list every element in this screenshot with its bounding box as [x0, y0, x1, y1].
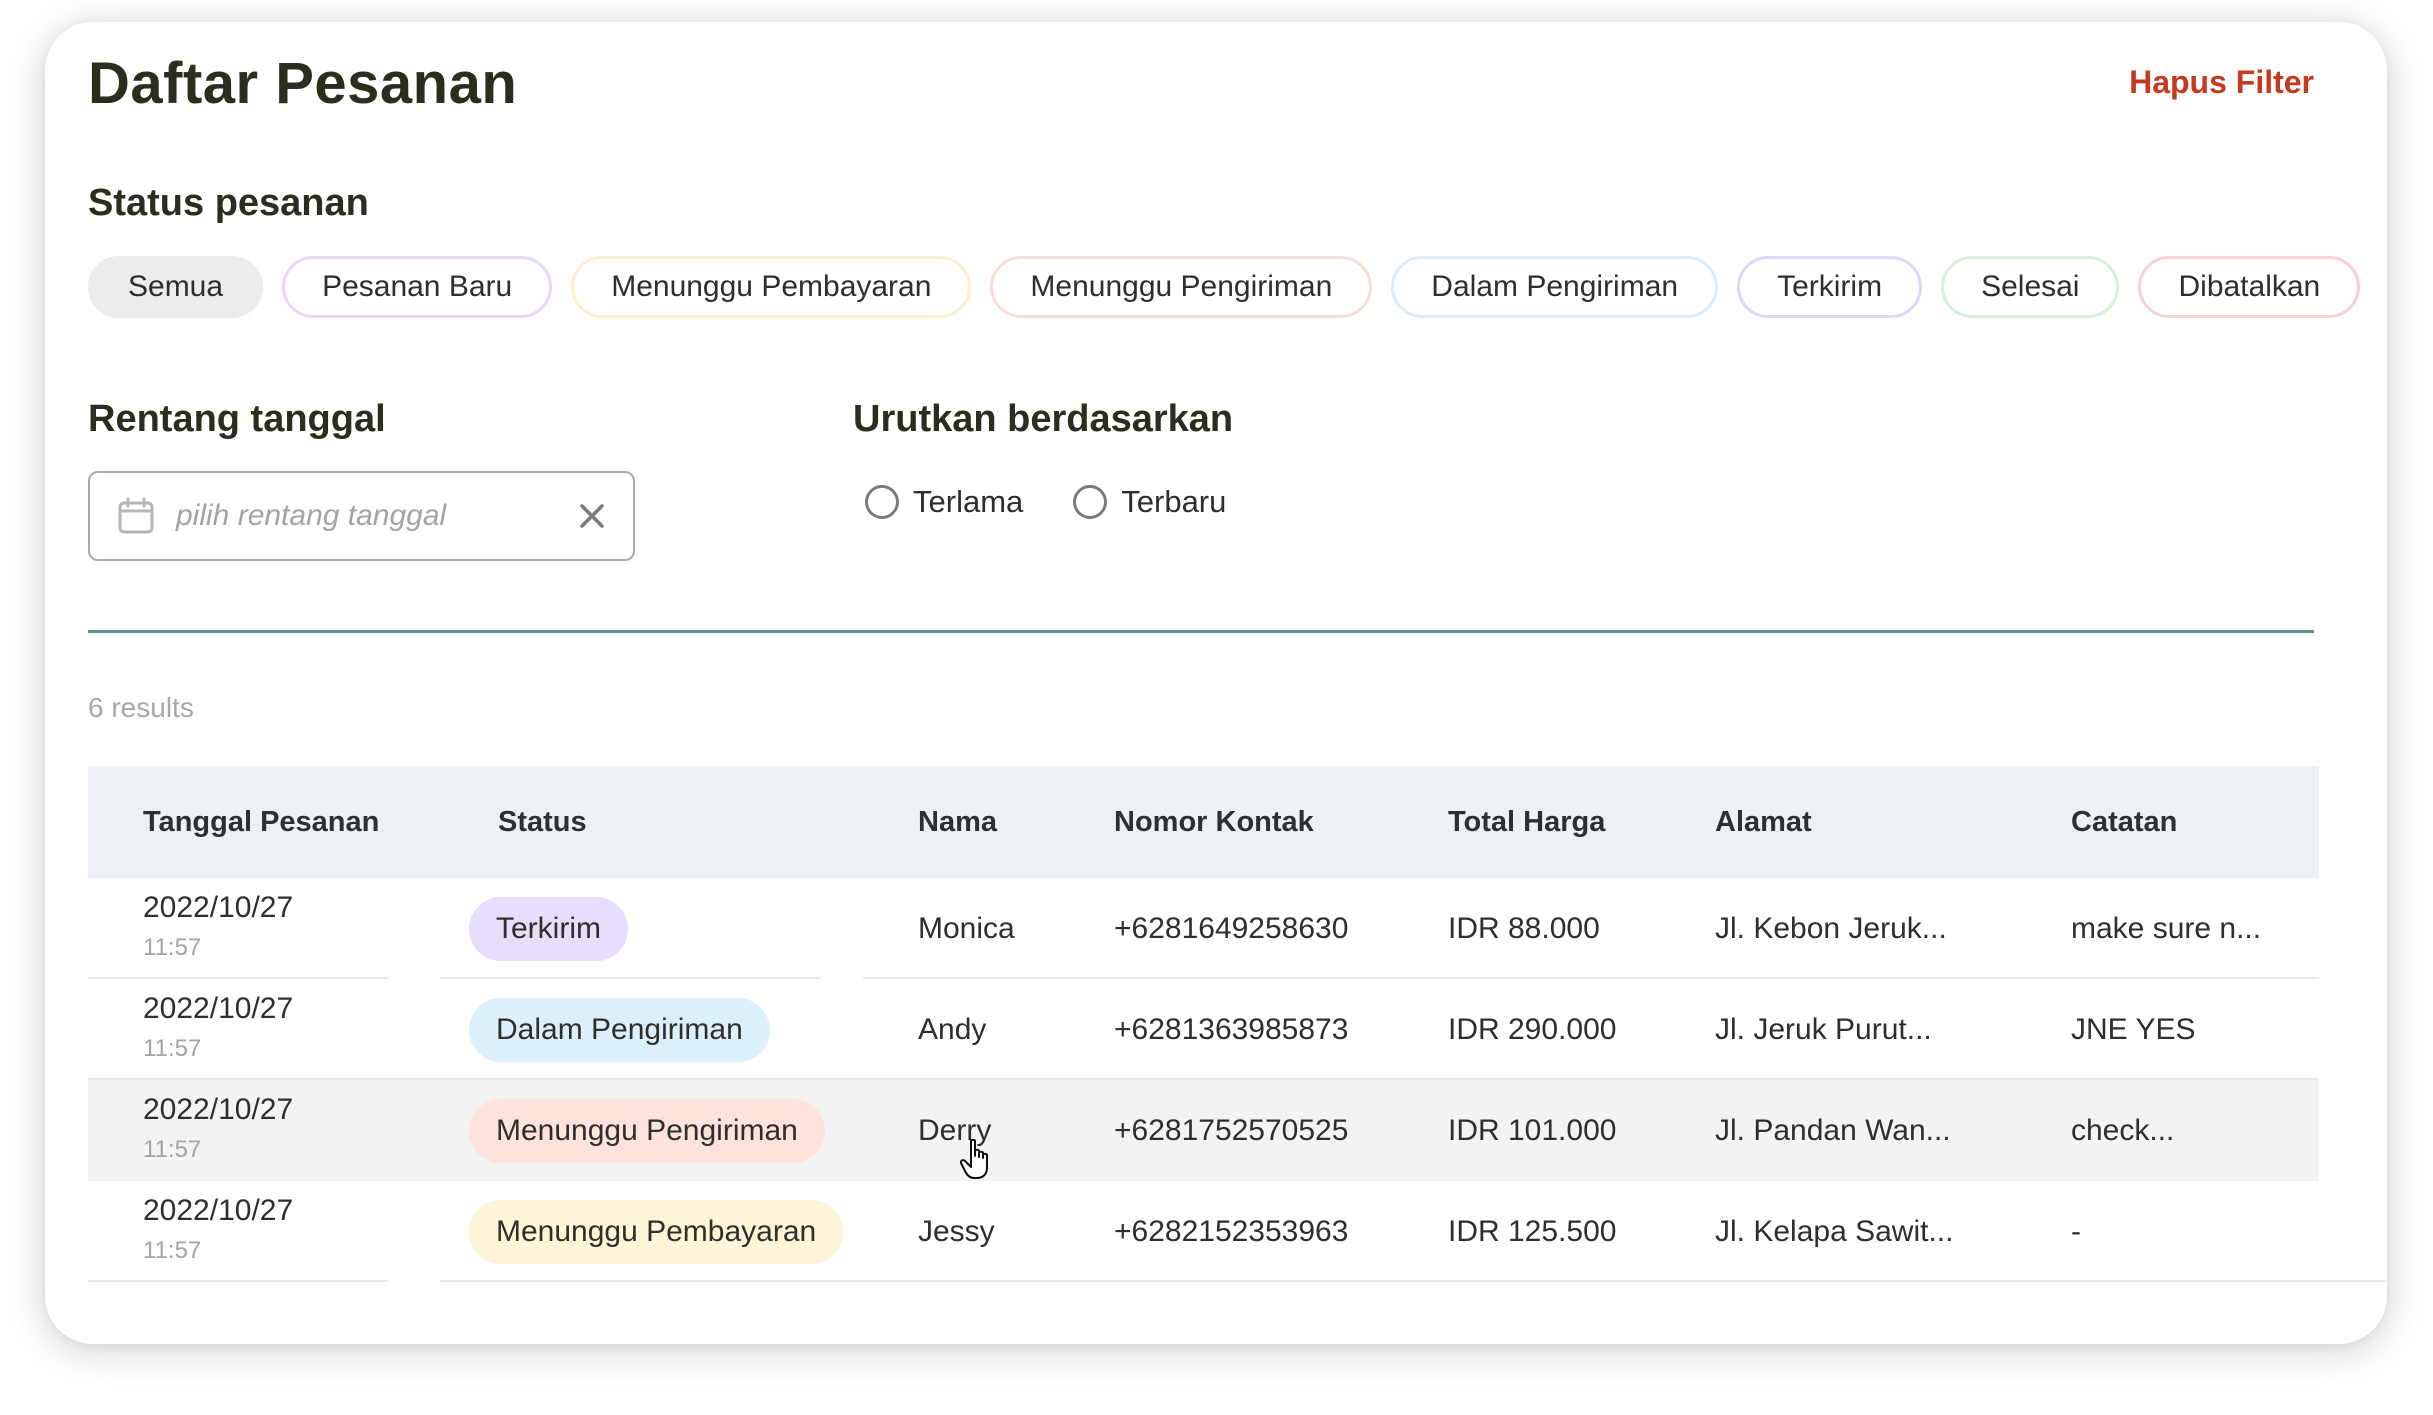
table-row[interactable]: 2022/10/27 11:57 Menunggu Pengiriman Der… — [88, 1080, 2319, 1181]
sort-option-terlama[interactable]: Terlama — [865, 484, 1023, 520]
order-time: 11:57 — [143, 1035, 202, 1062]
sort-radio-group: Terlama Terbaru — [865, 484, 1226, 520]
note: make sure n... — [2071, 912, 2262, 945]
header-nomor-kontak[interactable]: Nomor Kontak — [1114, 766, 1314, 878]
total-price: IDR 88.000 — [1448, 912, 1600, 945]
sort-option-label: Terlama — [913, 484, 1024, 519]
hand-pointer-cursor — [960, 1138, 988, 1179]
contact-number: +6281752570525 — [1114, 1114, 1349, 1147]
status-badge: Menunggu Pengiriman — [469, 1099, 825, 1163]
address: Jl. Kelapa Sawit... — [1715, 1215, 1954, 1248]
orders-table: Tanggal Pesanan Status Nama Nomor Kontak… — [88, 766, 2387, 1282]
orders-card: Daftar Pesanan Hapus Filter Status pesan… — [45, 22, 2387, 1344]
chip-dalam-pengiriman[interactable]: Dalam Pengiriman — [1391, 256, 1719, 318]
status-chip-group: Semua Pesanan Baru Menunggu Pembayaran M… — [88, 256, 2361, 318]
radio-circle[interactable] — [865, 485, 899, 519]
chip-dibatalkan[interactable]: Dibatalkan — [2138, 256, 2361, 318]
customer-name: Andy — [918, 1013, 987, 1046]
clear-filter-link[interactable]: Hapus Filter — [2129, 64, 2314, 101]
status-badge: Dalam Pengiriman — [469, 998, 770, 1062]
contact-number: +6281363985873 — [1114, 1013, 1349, 1046]
total-price: IDR 125.500 — [1448, 1215, 1617, 1248]
order-date: 2022/10/27 — [143, 1194, 294, 1227]
row-divider — [88, 1280, 388, 1282]
calendar-icon — [118, 497, 154, 534]
status-badge: Terkirim — [469, 897, 628, 961]
chip-pesanan-baru[interactable]: Pesanan Baru — [282, 256, 553, 318]
header-total-harga[interactable]: Total Harga — [1448, 766, 1605, 878]
table-row[interactable]: 2022/10/27 11:57 Menunggu Pembayaran Jes… — [88, 1181, 2387, 1282]
header-status[interactable]: Status — [498, 766, 587, 878]
date-range-label: Rentang tanggal — [88, 398, 386, 440]
header-catatan[interactable]: Catatan — [2071, 766, 2177, 878]
header-tanggal-pesanan[interactable]: Tanggal Pesanan — [143, 766, 379, 878]
note: JNE YES — [2071, 1013, 2196, 1046]
chip-semua[interactable]: Semua — [88, 256, 264, 318]
results-count: 6 results — [88, 692, 194, 723]
customer-name: Monica — [918, 912, 1015, 945]
note: check... — [2071, 1114, 2175, 1147]
radio-circle[interactable] — [1073, 485, 1108, 519]
table-row[interactable]: 2022/10/27 11:57 Dalam Pengiriman Andy +… — [88, 979, 2319, 1080]
chip-menunggu-pembayaran[interactable]: Menunggu Pembayaran — [571, 256, 972, 318]
table-header: Tanggal Pesanan Status Nama Nomor Kontak… — [88, 766, 2319, 878]
table-row[interactable]: 2022/10/27 11:57 Terkirim Monica +628164… — [88, 878, 2319, 979]
order-time: 11:57 — [143, 934, 202, 961]
chip-terkirim[interactable]: Terkirim — [1737, 256, 1923, 318]
order-date: 2022/10/27 — [143, 992, 294, 1025]
header-nama[interactable]: Nama — [918, 766, 997, 878]
address: Jl. Jeruk Purut... — [1715, 1013, 1932, 1046]
chip-menunggu-pengiriman[interactable]: Menunggu Pengiriman — [990, 256, 1373, 318]
header-alamat[interactable]: Alamat — [1715, 766, 1812, 878]
order-date: 2022/10/27 — [143, 1093, 294, 1126]
status-filter-label: Status pesanan — [88, 182, 369, 224]
order-time: 11:57 — [143, 1237, 202, 1264]
page-title: Daftar Pesanan — [88, 51, 518, 116]
sort-option-label: Terbaru — [1121, 484, 1227, 519]
customer-name: Jessy — [918, 1215, 995, 1248]
contact-number: +6282152353963 — [1114, 1215, 1349, 1248]
section-divider — [88, 630, 2314, 633]
order-date: 2022/10/27 — [143, 891, 294, 924]
chip-selesai[interactable]: Selesai — [1941, 256, 2120, 318]
order-time: 11:57 — [143, 1136, 202, 1163]
close-icon[interactable] — [577, 501, 607, 531]
address: Jl. Kebon Jeruk... — [1715, 912, 1947, 945]
total-price: IDR 290.000 — [1448, 1013, 1617, 1046]
date-range-placeholder: pilih rentang tanggal — [176, 499, 447, 532]
note: - — [2071, 1215, 2081, 1248]
row-divider — [440, 1280, 2387, 1282]
date-range-input[interactable]: pilih rentang tanggal — [88, 471, 635, 561]
address: Jl. Pandan Wan... — [1715, 1114, 1951, 1147]
total-price: IDR 101.000 — [1448, 1114, 1617, 1147]
contact-number: +6281649258630 — [1114, 912, 1349, 945]
sort-option-terbaru[interactable]: Terbaru — [1073, 484, 1226, 520]
sort-label: Urutkan berdasarkan — [853, 398, 1234, 440]
status-badge: Menunggu Pembayaran — [469, 1200, 844, 1264]
